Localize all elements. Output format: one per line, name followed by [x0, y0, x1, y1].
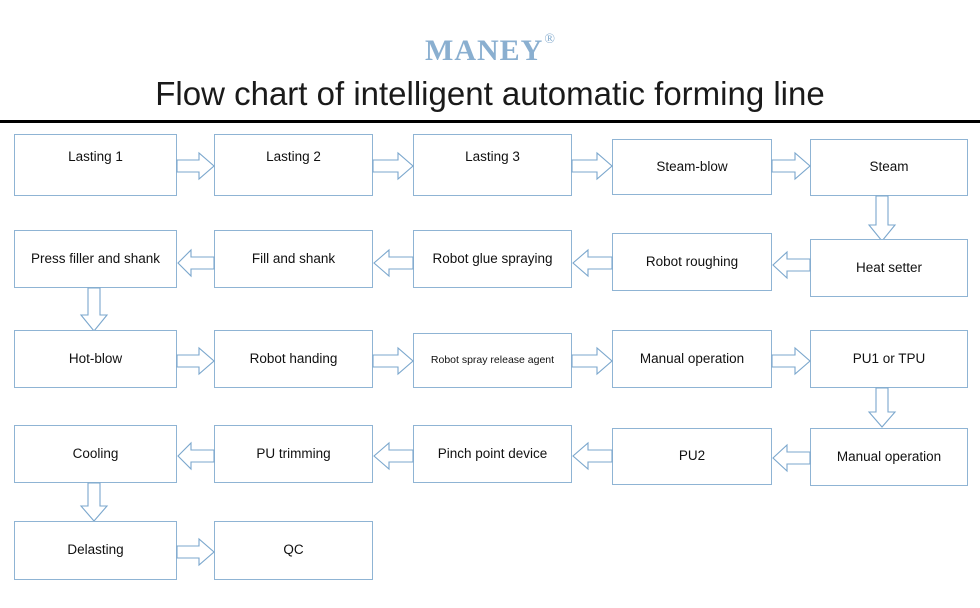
flow-node-robot-glue-spraying[interactable]: Robot glue spraying	[413, 230, 572, 288]
flow-node-lasting-3[interactable]: Lasting 3	[413, 134, 572, 196]
flow-node-label: Robot roughing	[645, 253, 739, 269]
flow-node-label: Robot spray release agent	[430, 354, 555, 367]
connector-arrow-right	[571, 151, 613, 181]
flow-node-label: Robot handing	[249, 350, 338, 366]
flow-node-label: PU2	[678, 448, 706, 464]
flow-node-steam-blow[interactable]: Steam-blow	[612, 139, 772, 195]
connector-arrow-left	[572, 441, 613, 471]
flow-node-manual-operation-2[interactable]: Manual operation	[810, 428, 968, 486]
connector-arrow-left	[373, 441, 414, 471]
flow-node-hot-blow[interactable]: Hot-blow	[14, 330, 177, 388]
flow-node-label: Lasting 1	[68, 149, 123, 164]
flow-node-delasting[interactable]: Delasting	[14, 521, 177, 580]
flow-node-pinch-point-device[interactable]: Pinch point device	[413, 425, 572, 483]
flow-node-press-filler-and-shank[interactable]: Press filler and shank	[14, 230, 177, 288]
flow-node-label: Steam	[869, 159, 909, 175]
flow-node-label: Delasting	[67, 542, 124, 558]
flow-node-robot-roughing[interactable]: Robot roughing	[612, 233, 772, 291]
flow-node-pu-trimming[interactable]: PU trimming	[214, 425, 373, 483]
connector-arrow-left	[572, 248, 613, 278]
flow-node-label: Pinch point device	[437, 445, 548, 461]
connector-arrow-down	[867, 195, 908, 242]
flowchart-diagram: Lasting 1 Lasting 2 Lasting 3 Steam-blow…	[0, 0, 980, 608]
flow-node-cooling[interactable]: Cooling	[14, 425, 177, 483]
flow-node-label: Heat setter	[855, 259, 923, 275]
connector-arrow-right	[176, 151, 215, 181]
connector-arrow-left	[772, 250, 811, 280]
flow-node-label: Manual operation	[836, 448, 942, 464]
flow-node-label: Press filler and shank	[30, 250, 161, 266]
flow-node-label: PU trimming	[256, 445, 331, 461]
flow-node-fill-and-shank[interactable]: Fill and shank	[214, 230, 373, 288]
flow-node-label: Manual operation	[639, 350, 745, 366]
connector-arrow-right	[571, 346, 613, 376]
connector-arrow-right	[771, 346, 811, 376]
flow-node-lasting-1[interactable]: Lasting 1	[14, 134, 177, 196]
flow-node-heat-setter[interactable]: Heat setter	[810, 239, 968, 297]
flow-node-label: Lasting 2	[266, 149, 321, 164]
connector-arrow-right	[176, 537, 215, 567]
flow-node-manual-operation-1[interactable]: Manual operation	[612, 330, 772, 388]
flow-node-label: PU1 or TPU	[852, 350, 926, 366]
flow-node-robot-handing[interactable]: Robot handing	[214, 330, 373, 388]
flow-node-qc[interactable]: QC	[214, 521, 373, 580]
flow-node-label: Cooling	[72, 445, 119, 461]
flow-node-pu1-or-tpu[interactable]: PU1 or TPU	[810, 330, 968, 388]
connector-arrow-left	[373, 248, 414, 278]
connector-arrow-left	[772, 443, 811, 473]
flow-node-steam[interactable]: Steam	[810, 139, 968, 196]
flow-node-label: Lasting 3	[465, 149, 520, 164]
connector-arrow-left	[177, 248, 215, 278]
flow-node-robot-spray-release-agent[interactable]: Robot spray release agent	[413, 333, 572, 388]
connector-arrow-right	[372, 151, 414, 181]
connector-arrow-right	[771, 151, 811, 181]
connector-arrow-down	[867, 387, 906, 428]
flow-node-label: QC	[283, 542, 304, 558]
flow-node-label: Hot-blow	[68, 350, 123, 366]
flow-node-label: Steam-blow	[656, 158, 728, 174]
flow-node-pu2[interactable]: PU2	[612, 428, 772, 485]
connector-arrow-right	[372, 346, 414, 376]
connector-arrow-right	[176, 346, 215, 376]
connector-arrow-down	[79, 482, 118, 522]
connector-arrow-left	[177, 441, 215, 471]
connector-arrow-down	[79, 287, 118, 332]
flow-node-label: Fill and shank	[251, 250, 336, 266]
flow-node-label: Robot glue spraying	[432, 250, 553, 266]
flow-node-lasting-2[interactable]: Lasting 2	[214, 134, 373, 196]
